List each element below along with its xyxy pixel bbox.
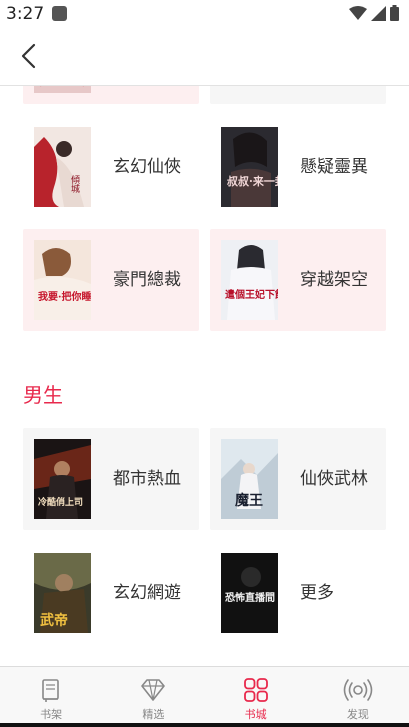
category-label: 仙俠武林 [300, 469, 368, 489]
bottom-tab-bar: 书架 精选 书城 发现 [0, 666, 409, 727]
category-list[interactable]: 傾城 玄幻仙俠 叔叔·来一封 懸疑靈異 我要·把你睡了 [0, 86, 409, 666]
tab-bookshelf[interactable]: 书架 [0, 667, 102, 727]
broadcast-icon [343, 679, 373, 701]
book-cover: 冷酷俏上司 [34, 439, 91, 519]
category-card-more[interactable]: 恐怖直播間 更多 [210, 542, 386, 644]
category-label: 都市熱血 [113, 469, 181, 489]
book-cover [34, 86, 91, 93]
category-card-xuanhuan-xianxia[interactable]: 傾城 玄幻仙俠 [23, 116, 199, 218]
book-cover: 魔王 [221, 439, 278, 519]
tab-label: 发现 [346, 708, 369, 721]
category-card-chuanyue-jiakong[interactable]: 遣個王妃下館罩 穿越架空 [210, 229, 386, 331]
tab-bookstore[interactable]: 书城 [205, 667, 307, 727]
cover-title: 遣個王妃下館罩 [225, 288, 278, 301]
section-title-male: 男生 [23, 383, 63, 407]
battery-icon [390, 5, 399, 21]
svg-text:傾城: 傾城 [69, 174, 80, 194]
chevron-left-icon[interactable] [16, 42, 44, 70]
category-card-partial[interactable] [23, 86, 199, 104]
cover-title: 冷酷俏上司 [38, 496, 83, 508]
category-label: 玄幻網遊 [113, 583, 181, 603]
wifi-icon [349, 5, 367, 20]
category-card-partial[interactable] [210, 86, 386, 104]
category-card-xianxia-wulin[interactable]: 魔王 仙俠武林 [210, 428, 386, 530]
status-bar: 3:27 [0, 0, 409, 28]
category-card-dushi-rexue[interactable]: 冷酷俏上司 都市熱血 [23, 428, 199, 530]
grid-icon [243, 678, 268, 702]
cover-title: 我要·把你睡了 [38, 290, 91, 303]
book-cover: 叔叔·来一封 [221, 127, 278, 207]
cover-title: 武帝 [40, 612, 68, 629]
book-cover: 武帝 [34, 553, 91, 633]
tab-discover[interactable]: 发现 [307, 667, 409, 727]
tab-label: 精选 [142, 708, 165, 721]
category-card-xuanyi-lingyi[interactable]: 叔叔·来一封 懸疑靈異 [210, 116, 386, 218]
cover-title: 叔叔·来一封 [227, 174, 278, 188]
category-card-xuanhuan-wangyou[interactable]: 武帝 玄幻網遊 [23, 542, 199, 644]
category-label: 豪門總裁 [113, 270, 181, 290]
navigation-bar-edge [0, 723, 409, 727]
book-icon [42, 679, 59, 702]
book-cover: 遣個王妃下館罩 [221, 240, 278, 320]
status-icons [349, 5, 399, 21]
category-card-haomen-zongcai[interactable]: 我要·把你睡了 豪門總裁 [23, 229, 199, 331]
cover-title: 魔王 [235, 492, 263, 509]
book-cover: 恐怖直播間 [221, 553, 278, 633]
book-cover: 我要·把你睡了 [34, 240, 91, 320]
cover-title: 恐怖直播間 [225, 591, 275, 604]
app-bar [0, 28, 409, 86]
category-label: 更多 [300, 583, 334, 603]
category-label: 穿越架空 [300, 270, 368, 290]
tab-featured[interactable]: 精选 [102, 667, 204, 727]
status-time: 3:27 [6, 4, 45, 24]
diamond-icon [141, 679, 166, 701]
notification-icon [52, 6, 67, 21]
tab-label: 书城 [244, 708, 267, 721]
category-label: 懸疑靈異 [300, 157, 368, 177]
category-label: 玄幻仙俠 [113, 157, 181, 177]
tab-label: 书架 [40, 708, 63, 721]
book-cover: 傾城 [34, 127, 91, 207]
signal-icon [371, 5, 386, 21]
